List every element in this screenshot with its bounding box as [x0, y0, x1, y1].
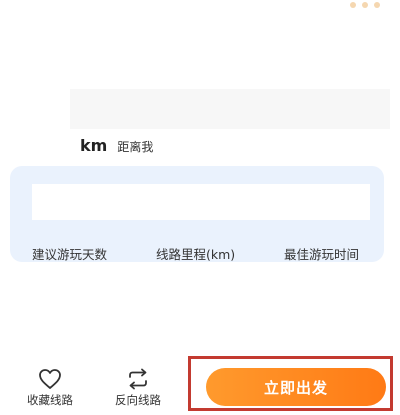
start-now-button[interactable]: 立即出发 — [206, 368, 386, 406]
distance-row: km 距离我 — [80, 136, 153, 155]
best-time-label: 最佳游玩时间 — [284, 247, 360, 262]
route-summary-card: km 距离我 建议游玩天数 线路里程(km) 最佳游玩时间 — [0, 14, 400, 364]
distance-label: 距离我 — [117, 140, 154, 154]
status-dot — [374, 2, 380, 8]
status-bar — [0, 0, 400, 14]
route-info-values — [32, 184, 370, 220]
route-title-area — [70, 89, 390, 129]
status-dot — [362, 2, 368, 8]
route-detail-screen: km 距离我 建议游玩天数 线路里程(km) 最佳游玩时间 收藏线路 反向线路 — [0, 0, 400, 415]
swap-arrows-icon — [129, 368, 147, 390]
reverse-route-button[interactable]: 反向线路 — [108, 368, 168, 408]
reverse-route-label: 反向线路 — [115, 393, 161, 407]
distance-unit: km — [80, 136, 108, 155]
suggested-days-label: 建议游玩天数 — [32, 247, 108, 262]
status-dot — [350, 2, 356, 8]
status-indicators — [350, 2, 380, 8]
heart-outline-icon — [39, 369, 61, 389]
route-distance-label: 线路里程(km) — [156, 247, 236, 262]
route-info-panel: 建议游玩天数 线路里程(km) 最佳游玩时间 — [10, 166, 384, 262]
favorite-route-label: 收藏线路 — [27, 393, 73, 407]
favorite-route-button[interactable]: 收藏线路 — [20, 368, 80, 408]
